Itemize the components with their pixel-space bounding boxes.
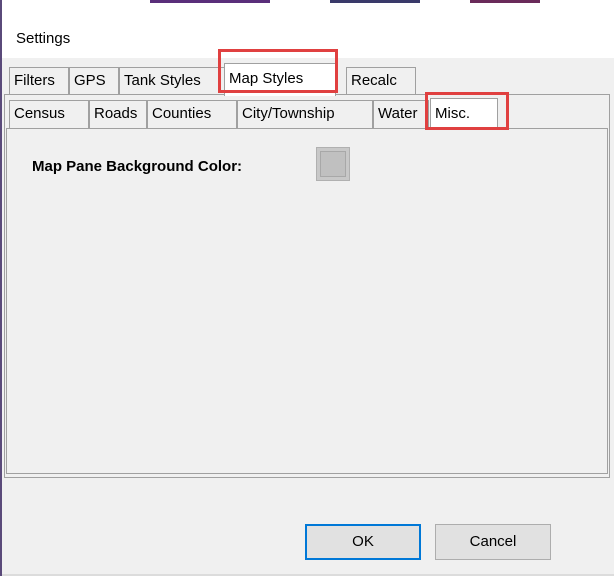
background-color-label: Map Pane Background Color: (32, 158, 243, 175)
misc-highlight (425, 92, 509, 130)
tab-label: Census (14, 105, 65, 122)
ok-button[interactable]: OK (305, 524, 421, 560)
tab-label: City/Township (242, 105, 335, 122)
misc-panel (6, 128, 608, 474)
tab-label: GPS (74, 72, 106, 89)
tab-label: Tank Styles (124, 72, 201, 89)
tab-label: Counties (152, 105, 212, 122)
tab-recalc[interactable]: Recalc (346, 67, 416, 95)
tab-label: Roads (94, 105, 138, 122)
tab-filters[interactable]: Filters (9, 67, 69, 95)
tab-city-township[interactable]: City/Township (237, 100, 373, 128)
background-decoration (330, 0, 420, 3)
tab-water[interactable]: Water (373, 100, 429, 128)
dialog-client-area: Filters GPS Tank Styles Map Styles Recal… (2, 49, 614, 576)
tab-census[interactable]: Census (9, 100, 89, 128)
color-swatch-fill (320, 151, 346, 177)
tab-tank-styles[interactable]: Tank Styles (119, 67, 225, 95)
tab-label: Filters (14, 72, 55, 89)
window-title: Settings (16, 30, 71, 47)
cancel-button[interactable]: Cancel (435, 524, 551, 560)
tab-label: Water (378, 105, 418, 122)
tab-counties[interactable]: Counties (147, 100, 237, 128)
background-color-picker[interactable] (316, 147, 350, 181)
tab-label: Recalc (351, 72, 397, 89)
tab-gps[interactable]: GPS (69, 67, 119, 95)
tab-roads[interactable]: Roads (89, 100, 147, 128)
background-decoration (470, 0, 540, 3)
background-decoration (150, 0, 270, 3)
map-styles-highlight (218, 49, 338, 93)
